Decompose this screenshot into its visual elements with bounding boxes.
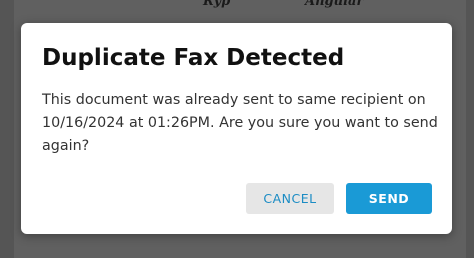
background-framework-text: Angular xyxy=(305,0,364,9)
dialog-title: Duplicate Fax Detected xyxy=(42,45,345,71)
backdrop-right-edge xyxy=(466,0,474,258)
background-signature-text: Ryp xyxy=(203,0,231,9)
cancel-button[interactable]: CANCEL xyxy=(246,183,334,214)
send-button[interactable]: SEND xyxy=(346,183,432,214)
dialog-message: This document was already sent to same r… xyxy=(42,92,438,154)
duplicate-fax-dialog: Duplicate Fax Detected This document was… xyxy=(21,23,452,234)
backdrop-left-edge xyxy=(0,0,14,258)
